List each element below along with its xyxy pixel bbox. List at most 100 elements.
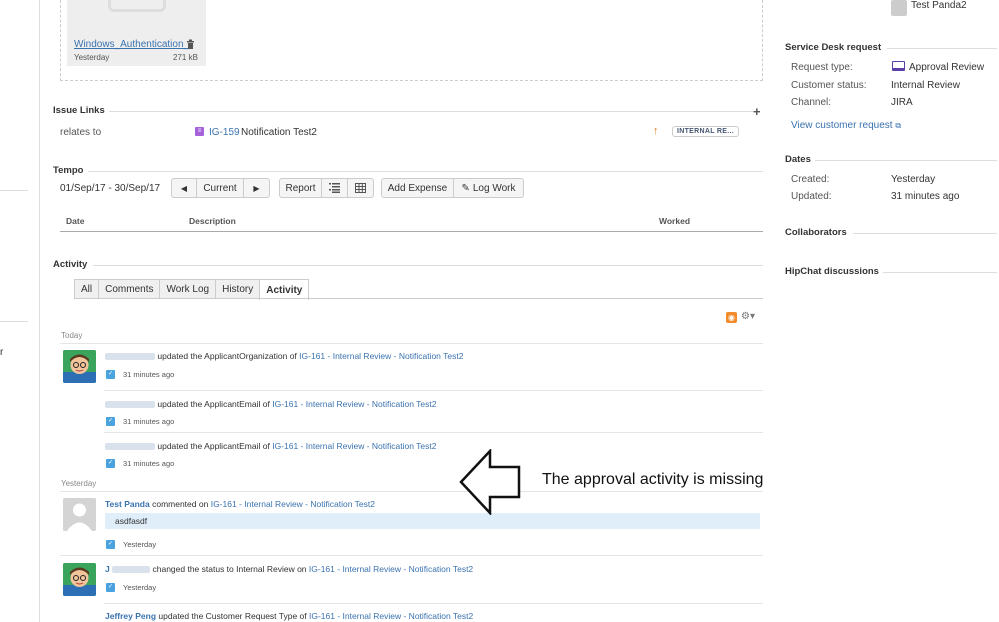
issue-links-heading: Issue Links: [53, 105, 105, 116]
view-customer-request-link[interactable]: View customer request ⧉: [791, 120, 901, 131]
tempo-date-range: 01/Sep/17 - 30/Sep/17: [60, 183, 161, 194]
activity-action: updated the ApplicantEmail of: [157, 441, 270, 451]
actor-name[interactable]: Test Panda: [105, 499, 150, 509]
table-header-divider: [60, 231, 763, 232]
tempo-heading: Tempo: [53, 165, 84, 176]
col-header-worked: Worked: [659, 216, 691, 226]
left-sidebar-stub: r: [0, 347, 4, 358]
hipchat-heading: HipChat discussions: [785, 266, 879, 277]
issue-link[interactable]: IG-161 - Internal Review - Notification …: [211, 499, 375, 509]
report-view-group: Report: [279, 178, 374, 198]
add-link-icon[interactable]: +: [753, 104, 761, 119]
tab-history[interactable]: History: [215, 279, 261, 299]
jira-update-icon: ✓: [106, 583, 115, 592]
channel-label: Channel:: [791, 97, 832, 108]
section-divider: [93, 265, 763, 266]
attachment-thumbnail: [108, 0, 166, 12]
trash-icon[interactable]: [186, 39, 195, 51]
collaborators-heading: Collaborators: [785, 227, 847, 238]
activity-action: updated the ApplicantOrganization of: [157, 351, 297, 361]
jira-update-icon: ✓: [106, 417, 115, 426]
linked-issue-key[interactable]: IG-159: [209, 127, 240, 138]
attachment-date: Yesterday: [74, 53, 110, 62]
period-nav-group: ◀ Current ▶: [171, 178, 270, 198]
comment-body: asdfasdf: [105, 513, 760, 529]
avatar: [63, 498, 96, 531]
actor-name[interactable]: J: [105, 564, 110, 574]
log-work-button[interactable]: ✎ Log Work: [454, 178, 524, 198]
issue-link[interactable]: IG-161 - Internal Review - Notification …: [299, 351, 463, 361]
channel-value: JIRA: [891, 97, 913, 108]
grid-view-icon[interactable]: [348, 178, 374, 198]
tab-activity[interactable]: Activity: [259, 279, 310, 300]
activity-entry-text: J changed the status to Internal Review …: [105, 564, 473, 574]
issue-link[interactable]: IG-161 - Internal Review - Notification …: [272, 399, 436, 409]
col-header-date: Date: [66, 216, 85, 226]
log-work-label: Log Work: [472, 182, 516, 194]
activity-entry-text: updated the ApplicantEmail of IG-161 - I…: [105, 441, 436, 451]
issue-link[interactable]: IG-161 - Internal Review - Notification …: [272, 441, 436, 451]
actor-name[interactable]: [105, 443, 155, 451]
pencil-icon: ✎: [461, 182, 470, 194]
activity-entry-text: Test Panda commented on IG-161 - Interna…: [105, 499, 375, 509]
avatar: [63, 350, 96, 383]
rss-feed-icon[interactable]: ◉: [726, 312, 737, 323]
jira-update-icon: ✓: [106, 459, 115, 468]
entry-divider: [104, 432, 763, 433]
activity-entry-text: Jeffrey Peng updated the Customer Reques…: [105, 611, 473, 621]
day-group-divider: [60, 343, 763, 344]
tab-comments[interactable]: Comments: [98, 279, 161, 299]
current-period-button[interactable]: Current: [197, 178, 244, 198]
next-period-button[interactable]: ▶: [244, 178, 270, 198]
customer-status-label: Customer status:: [791, 80, 867, 91]
activity-time: 31 minutes ago: [123, 370, 175, 379]
section-divider: [815, 160, 997, 161]
dates-heading: Dates: [785, 154, 811, 165]
prev-period-button[interactable]: ◀: [171, 178, 197, 198]
avatar: [63, 563, 96, 596]
top-user-name[interactable]: Test Panda2: [911, 0, 967, 11]
tabs-divider: [74, 298, 763, 299]
priority-high-icon: ↑: [653, 125, 659, 137]
request-type-label: Request type:: [791, 62, 853, 73]
activity-time: Yesterday: [123, 583, 157, 592]
issue-link[interactable]: IG-161 - Internal Review - Notification …: [309, 611, 473, 621]
activity-action: updated the ApplicantEmail of: [157, 399, 270, 409]
issue-link[interactable]: IG-161 - Internal Review - Notification …: [309, 564, 473, 574]
gear-icon[interactable]: ⚙▾: [741, 311, 755, 322]
attachment-name-link[interactable]: Windows_Authentication_: [74, 39, 189, 50]
jira-update-icon: ✓: [106, 370, 115, 379]
created-value: Yesterday: [891, 174, 936, 185]
created-label: Created:: [791, 174, 830, 185]
tab-all[interactable]: All: [74, 279, 100, 299]
report-button[interactable]: Report: [279, 178, 322, 198]
view-customer-request-label: View customer request: [791, 120, 893, 131]
activity-entry-text: updated the ApplicantOrganization of IG-…: [105, 351, 463, 361]
actor-name[interactable]: [105, 401, 155, 409]
list-view-icon[interactable]: [322, 178, 348, 198]
activity-time: 31 minutes ago: [123, 417, 175, 426]
entry-divider: [104, 390, 763, 391]
monitor-icon: [892, 61, 905, 71]
activity-heading: Activity: [53, 259, 88, 270]
activity-time: Yesterday: [123, 540, 157, 549]
col-header-description: Description: [189, 216, 236, 226]
updated-value: 31 minutes ago: [891, 191, 960, 202]
add-expense-button[interactable]: Add Expense: [381, 178, 454, 198]
section-divider: [88, 171, 763, 172]
link-relation-label: relates to: [60, 127, 102, 138]
status-badge: INTERNAL RE...: [672, 126, 739, 137]
section-divider: [109, 111, 753, 112]
activity-action: changed the status to Internal Review on: [152, 564, 307, 574]
activity-action: commented on: [152, 499, 209, 509]
left-sidebar-divider: [0, 190, 28, 191]
entry-divider: [104, 603, 763, 604]
day-group-divider: [60, 491, 763, 492]
tab-work-log[interactable]: Work Log: [159, 279, 217, 299]
actor-name[interactable]: Jeffrey Peng: [105, 611, 156, 621]
actor-name[interactable]: [105, 353, 155, 361]
activity-tabs: All Comments Work Log History Activity: [74, 279, 310, 300]
left-sidebar-divider: [0, 321, 28, 322]
activity-entry-text: updated the ApplicantEmail of IG-161 - I…: [105, 399, 436, 409]
section-divider: [883, 272, 997, 273]
